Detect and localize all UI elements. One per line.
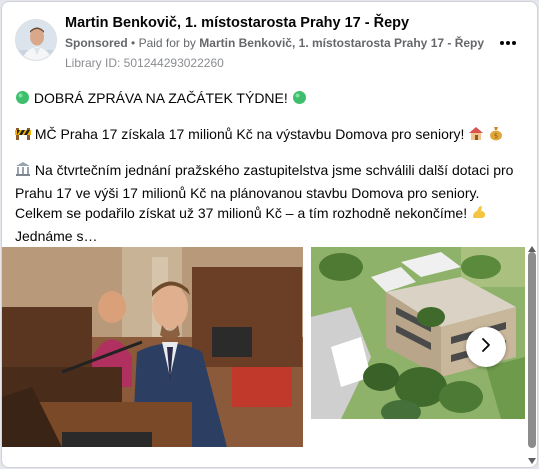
construction-icon (15, 125, 31, 146)
library-id: Library ID: 501244293022260 (65, 56, 224, 70)
ad-card: Martin Benkovič, 1. místostarosta Prahy … (1, 1, 538, 468)
speaker-photo[interactable] (2, 247, 303, 447)
chevron-right-icon (478, 337, 494, 358)
carousel-next-button[interactable] (466, 327, 506, 367)
post-line-3: Na čtvrtečním jednání pražského zastupit… (15, 160, 520, 246)
flexed-biceps-icon (471, 204, 487, 226)
vertical-scrollbar[interactable] (526, 240, 537, 466)
post-line-1: DOBRÁ ZPRÁVA NA ZAČÁTEK TÝDNE! (15, 88, 520, 110)
post-text: DOBRÁ ZPRÁVA NA ZAČÁTEK TÝDNE! MČ Praha … (15, 88, 520, 260)
post-body-tail[interactable]: Jednáme s… (15, 228, 97, 244)
paid-for-prefix: Paid for by (138, 36, 196, 50)
meta-dot: • (131, 36, 139, 50)
post-body-text: Na čtvrtečním jednání pražského zastupit… (15, 162, 514, 221)
post-line-2: MČ Praha 17 získala 17 milionů Kč na výs… (15, 124, 520, 146)
scrollbar-thumb[interactable] (528, 252, 536, 448)
scroll-down-arrow-icon[interactable] (528, 452, 536, 464)
page-name[interactable]: Martin Benkovič, 1. místostarosta Prahy … (65, 15, 409, 31)
svg-text:$: $ (494, 132, 498, 140)
scroll-up-arrow-icon[interactable] (528, 240, 536, 252)
green-circle-icon (15, 90, 30, 110)
paid-for-name[interactable]: Martin Benkovič, 1. místostarosta Prahy … (199, 36, 484, 50)
sponsored-label[interactable]: Sponsored (65, 36, 128, 50)
post-header: Martin Benkovič, 1. místostarosta Prahy … (2, 2, 522, 74)
sponsored-meta: Sponsored • Paid for by Martin Benkovič,… (65, 36, 484, 50)
post-subline: MČ Praha 17 získala 17 milionů Kč na výs… (34, 126, 465, 142)
more-horizontal-icon[interactable] (493, 32, 523, 54)
media-carousel (2, 247, 525, 447)
money-bag-icon: $ (488, 125, 504, 146)
government-building-icon (15, 161, 31, 183)
post-headline: DOBRÁ ZPRÁVA NA ZAČÁTEK TÝDNE! (33, 90, 288, 106)
green-circle-icon (292, 90, 307, 110)
avatar[interactable] (15, 19, 57, 61)
house-icon (468, 125, 484, 146)
